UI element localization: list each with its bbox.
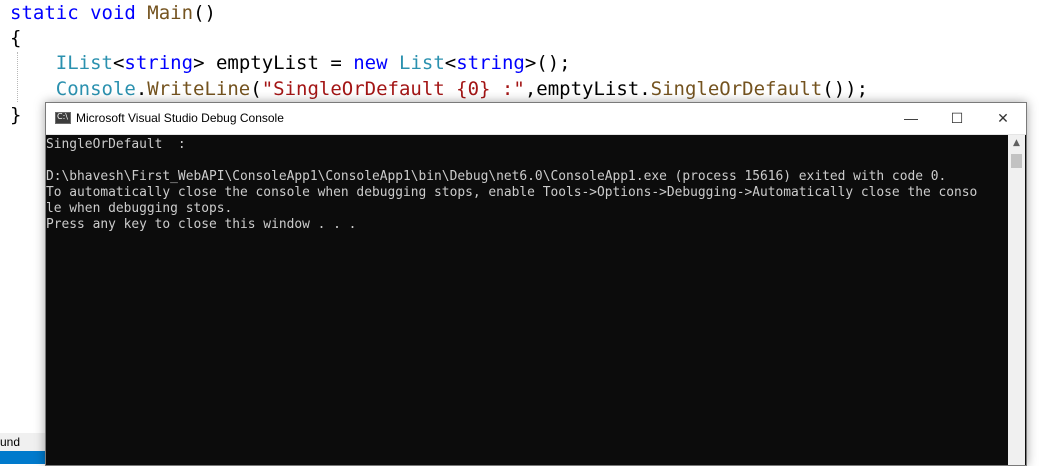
console-line: le when debugging stops. <box>46 201 233 216</box>
keyword: string <box>456 52 525 74</box>
code-line-3: IList<string> emptyList = new List<strin… <box>10 50 571 76</box>
indent-guide <box>17 52 18 102</box>
method-name: SingleOrDefault <box>650 78 823 100</box>
console-line: SingleOrDefault : <box>46 137 186 152</box>
code-text: > emptyList = <box>193 52 354 74</box>
keyword: new <box>353 52 388 74</box>
console-line: D:\bhavesh\First_WebAPI\ConsoleApp1\Cons… <box>46 169 947 184</box>
code-text: >(); <box>524 52 571 74</box>
debug-console-window[interactable]: C:\ Microsoft Visual Studio Debug Consol… <box>45 102 1027 466</box>
code-line-5: } <box>10 104 22 126</box>
scroll-thumb[interactable] <box>1011 154 1022 168</box>
type-name: IList <box>55 52 113 74</box>
keyword: static void <box>10 2 136 24</box>
code-text: ( <box>250 78 262 100</box>
title-bar[interactable]: C:\ Microsoft Visual Studio Debug Consol… <box>46 103 1026 135</box>
console-icon-label: C:\ <box>57 112 68 121</box>
status-bar <box>0 451 46 464</box>
console-line: To automatically close the console when … <box>46 185 978 200</box>
keyword: string <box>124 52 194 74</box>
close-button[interactable]: ✕ <box>980 103 1026 134</box>
code-text: . <box>135 78 148 100</box>
maximize-button[interactable]: ☐ <box>934 103 980 134</box>
console-line: Press any key to close this window . . . <box>46 217 357 232</box>
status-text: und <box>0 433 46 451</box>
scroll-up-icon[interactable]: ▲ <box>1008 135 1025 152</box>
window-title: Microsoft Visual Studio Debug Console <box>76 111 284 125</box>
code-text: () <box>193 2 216 24</box>
console-output[interactable]: SingleOrDefault : D:\bhavesh\First_WebAP… <box>46 135 1008 465</box>
string-literal: "SingleOrDefault {0} :" <box>261 78 525 100</box>
code-line-4: Console.WriteLine("SingleOrDefault {0} :… <box>10 76 868 102</box>
code-text: < <box>444 52 457 74</box>
minimize-button[interactable]: — <box>888 103 934 134</box>
code-text: ()); <box>822 78 869 100</box>
code-line-2: { <box>10 27 22 49</box>
method-name: WriteLine <box>147 78 251 100</box>
code-text: < <box>112 52 125 74</box>
vertical-scrollbar[interactable]: ▲ <box>1008 135 1025 465</box>
console-app-icon: C:\ <box>55 112 71 124</box>
method-name: Main <box>147 2 194 24</box>
code-text: ,emptyList. <box>524 78 651 100</box>
code-line-1: static void Main() <box>10 0 216 26</box>
type-name: Console <box>55 78 136 100</box>
type-name: List <box>399 52 445 74</box>
